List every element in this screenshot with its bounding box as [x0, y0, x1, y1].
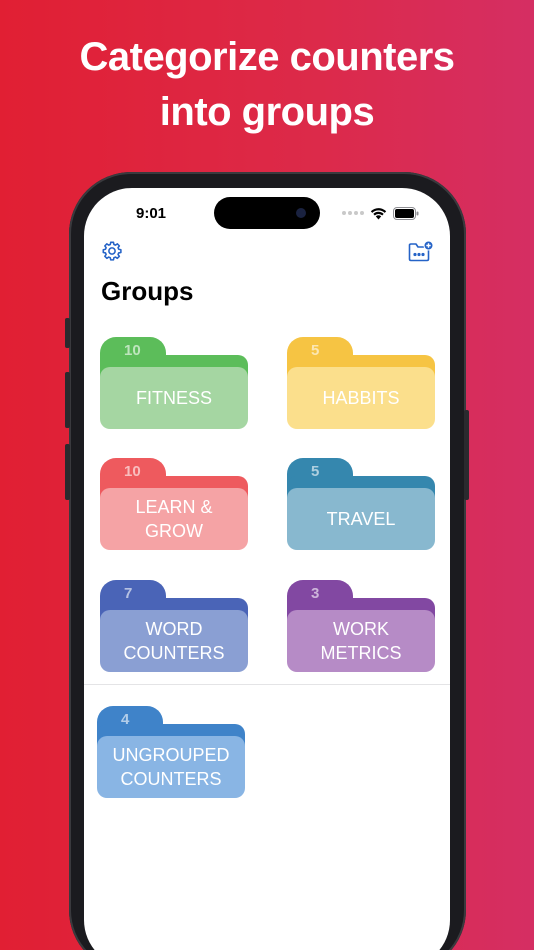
group-count: 10	[124, 342, 141, 359]
group-folder-learn-grow[interactable]: 10 LEARN & GROW	[100, 458, 248, 550]
page-title: Groups	[101, 276, 194, 306]
wifi-icon	[370, 207, 387, 220]
gear-icon	[101, 240, 123, 267]
group-count: 10	[124, 463, 141, 480]
headline-line-2: into groups	[159, 90, 375, 134]
group-folder-word-counters[interactable]: 7 WORD COUNTERS	[100, 580, 248, 672]
dynamic-island	[214, 197, 320, 229]
group-label: HABBITS	[287, 367, 435, 429]
battery-icon	[393, 206, 419, 220]
group-count: 3	[311, 585, 320, 602]
phone-power-button	[464, 410, 469, 500]
status-indicators	[342, 206, 419, 220]
signal-icon	[342, 211, 364, 215]
group-label: WORK METRICS	[287, 610, 435, 672]
group-count: 7	[124, 585, 133, 602]
phone-action-button	[65, 318, 70, 348]
group-label: WORD COUNTERS	[100, 610, 248, 672]
folder-add-icon	[408, 240, 434, 267]
group-folder-fitness[interactable]: 10 FITNESS	[100, 337, 248, 429]
camera-icon	[296, 208, 306, 218]
group-folder-travel[interactable]: 5 TRAVEL	[287, 458, 435, 550]
add-group-button[interactable]	[408, 240, 434, 266]
group-folder-habbits[interactable]: 5 HABBITS	[287, 337, 435, 429]
phone-volume-down-button	[65, 444, 70, 500]
phone-volume-up-button	[65, 372, 70, 428]
group-count: 4	[121, 711, 130, 728]
section-divider	[84, 684, 450, 685]
group-label: LEARN & GROW	[100, 488, 248, 550]
status-time: 9:01	[136, 205, 167, 222]
ungrouped-counters-folder[interactable]: 4 UNGROUPED COUNTERS	[97, 706, 245, 798]
group-folder-work-metrics[interactable]: 3 WORK METRICS	[287, 580, 435, 672]
group-count: 5	[311, 342, 320, 359]
app-screen: 9:01 Groups 10 FITNESS 5 HABBITS 10 LEAR…	[84, 188, 450, 950]
headline: Categorize counters into groups	[0, 30, 534, 140]
headline-line-1: Categorize counters	[79, 35, 455, 79]
group-label: UNGROUPED COUNTERS	[97, 736, 245, 798]
group-count: 5	[311, 463, 320, 480]
settings-button[interactable]	[99, 240, 125, 266]
group-label: TRAVEL	[287, 488, 435, 550]
group-label: FITNESS	[100, 367, 248, 429]
